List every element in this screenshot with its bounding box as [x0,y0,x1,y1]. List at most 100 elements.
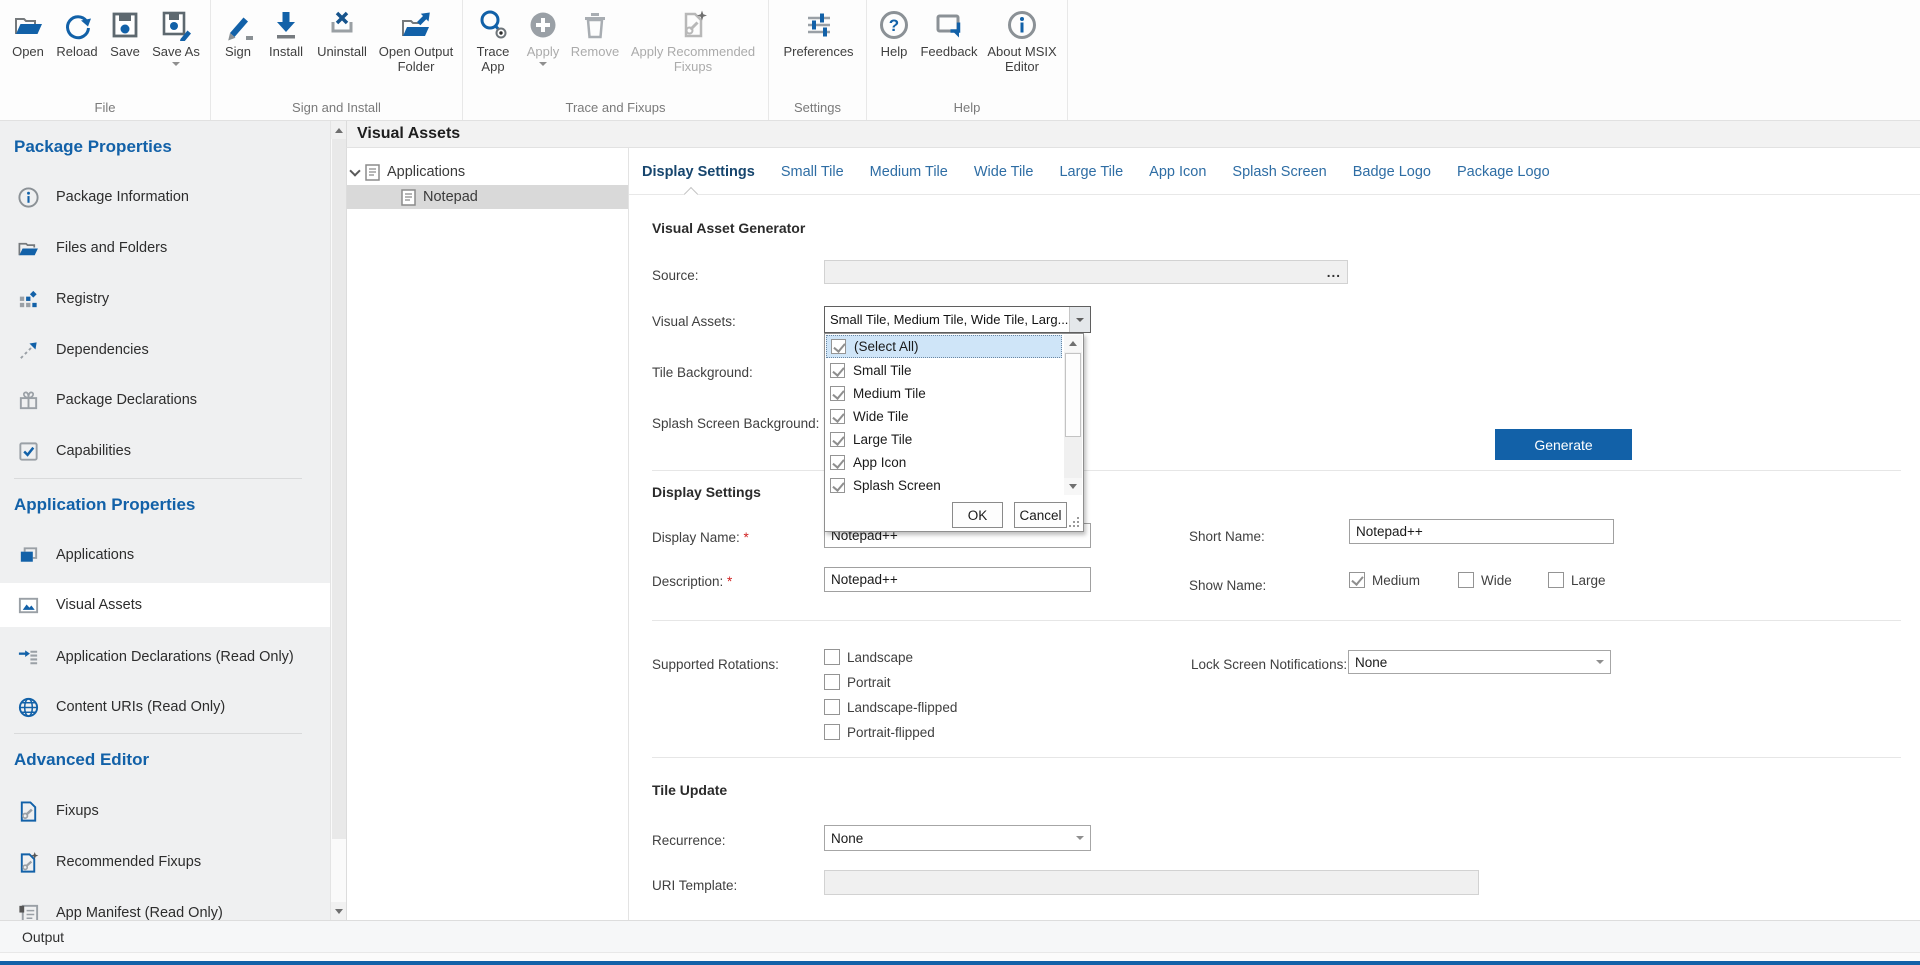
checkbox-checked-icon[interactable] [830,363,845,378]
tab-display-settings[interactable]: Display Settings [642,164,755,180]
feedback-button[interactable]: Feedback [917,6,981,61]
dropdown-item-splash-screen[interactable]: Splash Screen [826,474,1062,497]
show-name-large-checkbox[interactable]: Large [1548,572,1606,588]
dropdown-item-app-icon[interactable]: App Icon [826,451,1062,474]
checkbox-icon[interactable] [824,699,840,715]
reload-button[interactable]: Reload [52,6,102,61]
checkbox-checked-icon[interactable] [831,339,846,354]
scrollbar-thumb[interactable] [332,139,346,839]
sidebar-item-fixups[interactable]: Fixups [0,789,330,833]
ok-button[interactable]: OK [952,502,1003,528]
uninstall-button[interactable]: Uninstall [311,6,373,61]
uri-template-input[interactable] [824,870,1479,895]
scrollbar-up-button[interactable] [331,121,347,139]
sidebar-item-visual-assets[interactable]: Visual Assets [0,583,330,627]
dropdown-scrollbar[interactable] [1064,335,1082,495]
about-msix-editor-button[interactable]: About MSIX Editor [981,6,1063,76]
checkbox-icon[interactable] [1548,572,1564,588]
sidebar-item-registry[interactable]: Registry [0,277,330,321]
tab-large-tile[interactable]: Large Tile [1059,164,1123,180]
globe-icon [16,695,40,719]
rotation-portrait-checkbox[interactable]: Portrait [824,674,891,690]
install-button[interactable]: Install [261,6,311,61]
source-input[interactable]: ... [824,260,1348,284]
checkbox-checked-icon[interactable] [1349,572,1365,588]
checkbox-icon[interactable] [824,649,840,665]
tab-package-logo[interactable]: Package Logo [1457,164,1550,180]
trace-app-button[interactable]: Trace App [467,6,519,76]
save-as-dropdown-chevron-icon[interactable] [172,62,180,66]
recurrence-dropdown[interactable]: None [824,825,1091,851]
open-button[interactable]: Open [4,6,52,61]
checkbox-icon[interactable] [824,724,840,740]
tab-splash-screen[interactable]: Splash Screen [1232,164,1326,180]
rotation-portrait-flipped-checkbox[interactable]: Portrait-flipped [824,724,935,740]
cancel-button[interactable]: Cancel [1014,502,1067,528]
checkbox-checked-icon[interactable] [830,455,845,470]
show-name-medium-checkbox[interactable]: Medium [1349,572,1420,588]
sidebar-item-recommended-fixups[interactable]: Recommended Fixups [0,840,330,884]
tab-small-tile[interactable]: Small Tile [781,164,844,180]
sidebar-item-files-and-folders[interactable]: Files and Folders [0,226,330,270]
save-button[interactable]: Save [102,6,148,61]
dropdown-item-select-all[interactable]: (Select All) [826,335,1062,358]
resize-grip-icon[interactable] [1069,517,1079,527]
dropdown-item-wide-tile[interactable]: Wide Tile [826,405,1062,428]
required-asterisk: * [744,530,749,545]
tab-medium-tile[interactable]: Medium Tile [870,164,948,180]
save-as-button[interactable]: Save As [148,6,204,68]
show-name-wide-checkbox[interactable]: Wide [1458,572,1512,588]
chevron-down-icon[interactable] [349,165,360,176]
open-output-folder-button[interactable]: Open Output Folder [373,6,459,76]
checkbox-checked-icon[interactable] [830,432,845,447]
dropdown-item-small-tile[interactable]: Small Tile [826,359,1062,382]
generate-button[interactable]: Generate [1495,429,1632,460]
checkbox-icon[interactable] [1458,572,1474,588]
sidebar-item-app-manifest[interactable]: App Manifest (Read Only) [0,891,330,920]
folder-icon [16,236,40,260]
sidebar-item-application-declarations[interactable]: Application Declarations (Read Only) [0,635,330,679]
checkbox-checked-icon[interactable] [830,386,845,401]
checkbox-checked-icon[interactable] [830,478,845,493]
tab-wide-tile[interactable]: Wide Tile [974,164,1034,180]
section-divider [652,757,1901,758]
arrow-down-icon [335,909,343,914]
sidebar-scrollbar[interactable] [330,121,346,920]
sign-pencil-icon [221,8,255,42]
sidebar-item-package-declarations[interactable]: Package Declarations [0,378,330,422]
checkbox-icon[interactable] [824,674,840,690]
tree-node-notepad[interactable]: Notepad [347,185,629,209]
remove-button: Remove [567,6,623,61]
browse-button[interactable]: ... [1327,265,1341,280]
apply-plus-icon [526,8,560,42]
scrollbar-thumb[interactable] [1065,353,1081,437]
help-button[interactable]: ? Help [871,6,917,61]
preferences-button[interactable]: Preferences [777,6,861,61]
lock-screen-notifications-dropdown[interactable]: None [1348,650,1611,674]
visual-assets-combobox[interactable]: Small Tile, Medium Tile, Wide Tile, Larg… [824,306,1091,333]
dropdown-item-large-tile[interactable]: Large Tile [826,428,1062,451]
tab-badge-logo[interactable]: Badge Logo [1353,164,1431,180]
scrollbar-down-button[interactable] [331,902,347,920]
rotation-landscape-checkbox[interactable]: Landscape [824,649,913,665]
scrollbar-down-button[interactable] [1064,478,1082,495]
checkbox-checked-icon[interactable] [830,409,845,424]
sidebar-item-dependencies[interactable]: Dependencies [0,328,330,372]
tab-app-icon[interactable]: App Icon [1149,164,1206,180]
combobox-dropdown-button[interactable] [1069,307,1090,332]
dropdown-item-medium-tile[interactable]: Medium Tile [826,382,1062,405]
tree-node-applications[interactable]: Applications [347,160,629,184]
sidebar-item-applications[interactable]: Applications [0,533,330,577]
tab-bar: Display Settings Small Tile Medium Tile … [642,164,1550,180]
rotation-landscape-flipped-checkbox[interactable]: Landscape-flipped [824,699,957,715]
short-name-input[interactable]: Notepad++ [1349,519,1614,544]
sidebar-item-capabilities[interactable]: Capabilities [0,429,330,473]
sidebar-item-package-information[interactable]: Package Information [0,175,330,219]
dropdown-list: (Select All) Small Tile Medium Tile Wide… [825,334,1083,496]
output-panel-bar[interactable]: Output [0,920,1920,952]
sign-button[interactable]: Sign [215,6,261,61]
description-input[interactable]: Notepad++ [824,567,1091,592]
sidebar-item-content-uris[interactable]: Content URIs (Read Only) [0,685,330,729]
scrollbar-up-button[interactable] [1064,335,1082,352]
document-icon [401,189,416,206]
